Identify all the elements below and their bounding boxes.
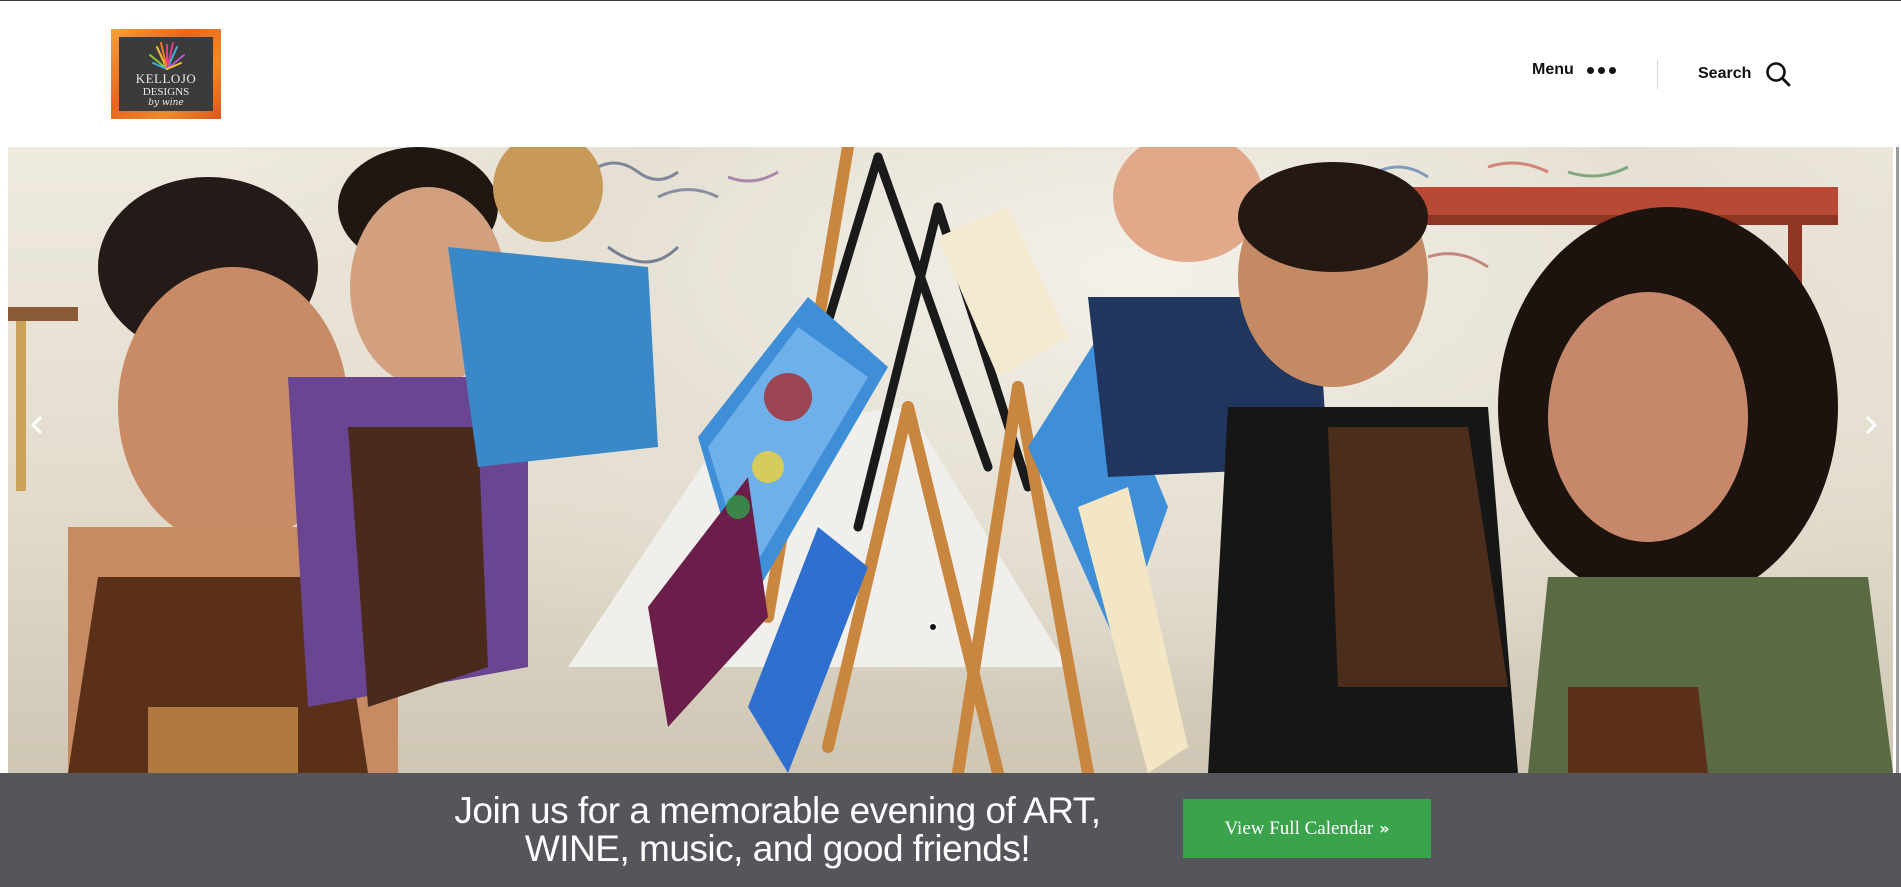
menu-label: Menu: [1532, 61, 1574, 78]
search-label: Search: [1698, 65, 1752, 82]
logo-text-designs: DESIGNS: [142, 86, 190, 98]
logo-text-kellojo: KELLOJO: [135, 71, 197, 86]
slide-indicator-dot[interactable]: [929, 623, 937, 631]
hero-slider: [8, 147, 1893, 773]
cta-tagline: Join us for a memorable evening of ART, …: [440, 792, 1115, 868]
search-toggle-button[interactable]: Search: [1698, 61, 1791, 87]
logo-inner: KELLOJO DESIGNS by wine: [119, 37, 213, 111]
page-scrollbar[interactable]: [1896, 147, 1899, 773]
cta-tagline-line2: WINE, music, and good friends!: [524, 828, 1031, 869]
next-slide-button[interactable]: [1856, 410, 1886, 440]
menu-toggle-button[interactable]: Menu: [1532, 61, 1616, 79]
search-icon: [1766, 62, 1791, 87]
left-gutter: [0, 147, 8, 773]
more-dots-icon: [1586, 66, 1616, 74]
site-logo[interactable]: KELLOJO DESIGNS by wine: [111, 29, 221, 119]
site-header: KELLOJO DESIGNS by wine Menu Search: [0, 1, 1901, 147]
chevron-right-icon: [1865, 415, 1878, 435]
chevron-left-icon: [30, 415, 43, 435]
hero-image: [8, 147, 1893, 773]
view-full-calendar-button[interactable]: View Full Calendar »: [1183, 799, 1431, 858]
previous-slide-button[interactable]: [22, 410, 52, 440]
cta-tagline-line1: Join us for a memorable evening of ART,: [454, 790, 1101, 831]
logo-text-by-wine: by wine: [148, 98, 184, 108]
view-full-calendar-label: View Full Calendar: [1224, 817, 1374, 839]
paint-burst-icon: [149, 42, 185, 70]
header-divider: [1657, 60, 1658, 89]
double-chevron-right-icon: »: [1379, 819, 1390, 838]
